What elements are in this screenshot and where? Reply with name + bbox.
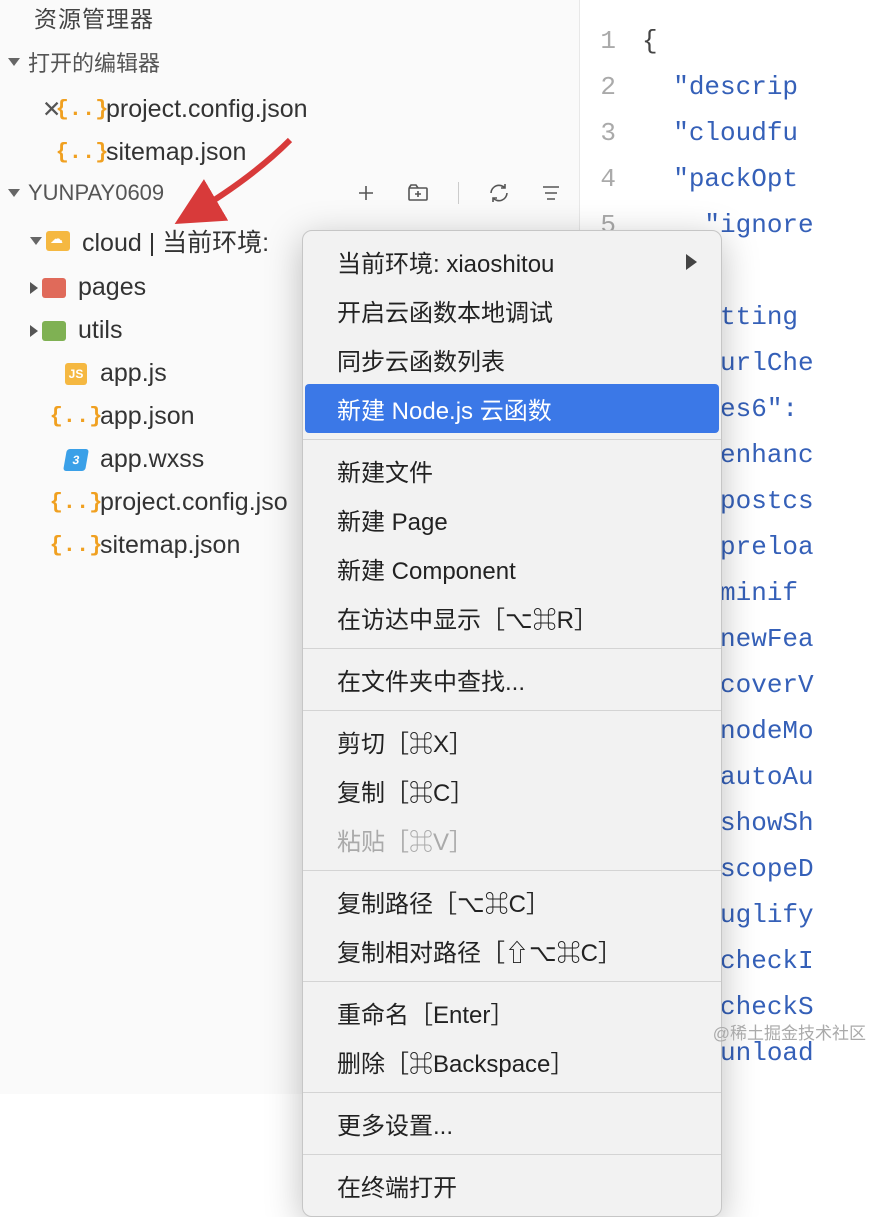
folder-label: utils	[78, 316, 122, 345]
menu-item-label: 新建 Node.js 云函数	[337, 391, 552, 426]
open-editor-item[interactable]: ✕ {..} project.config.json	[0, 88, 579, 131]
menu-item[interactable]: 在访达中显示［⌥⌘R］	[303, 593, 721, 642]
menu-item[interactable]: 新建 Page	[303, 495, 721, 544]
menu-separator	[303, 648, 721, 649]
menu-item-label: 开启云函数本地调试	[337, 293, 553, 328]
code-line: 2 "descrip	[580, 64, 896, 110]
menu-item-label: 当前环境: xiaoshitou	[337, 244, 554, 279]
menu-item-label: 新建 Component	[337, 551, 516, 586]
cloud-folder-icon	[46, 229, 70, 253]
project-toolbar	[354, 181, 563, 205]
menu-item[interactable]: 新建 Component	[303, 544, 721, 593]
menu-item[interactable]: 更多设置...	[303, 1099, 721, 1148]
chevron-down-icon	[8, 58, 20, 66]
project-header[interactable]: YUNPAY0609	[0, 174, 579, 212]
js-icon: JS	[64, 362, 88, 386]
menu-item-label: 新建 Page	[337, 502, 448, 537]
chevron-down-icon	[30, 237, 42, 245]
menu-item-label: 复制相对路径［⇧⌥⌘C］	[337, 933, 622, 968]
wxss-icon: 3	[64, 448, 88, 472]
new-file-icon[interactable]	[354, 181, 378, 205]
menu-item[interactable]: 在终端打开	[303, 1161, 721, 1210]
json-icon: {..}	[70, 98, 94, 122]
folder-icon	[42, 276, 66, 300]
open-editors-header[interactable]: 打开的编辑器	[0, 40, 579, 84]
watermark: @稀土掘金技术社区	[713, 1019, 866, 1044]
submenu-arrow-icon	[686, 254, 697, 270]
menu-item[interactable]: 新建文件	[303, 446, 721, 495]
menu-item-label: 删除［⌘Backspace］	[337, 1044, 574, 1079]
menu-item-label: 更多设置...	[337, 1106, 453, 1141]
menu-item[interactable]: 删除［⌘Backspace］	[303, 1037, 721, 1086]
context-menu: 当前环境: xiaoshitou 开启云函数本地调试同步云函数列表新建 Node.…	[302, 230, 722, 1217]
file-name: app.wxss	[100, 445, 204, 474]
menu-item[interactable]: 当前环境: xiaoshitou	[303, 237, 721, 286]
file-name: project.config.json	[106, 95, 308, 124]
open-editor-item[interactable]: {..} sitemap.json	[0, 131, 579, 174]
menu-separator	[303, 1092, 721, 1093]
menu-item-label: 同步云函数列表	[337, 342, 505, 377]
file-name: app.json	[100, 402, 195, 431]
menu-item[interactable]: 同步云函数列表	[303, 335, 721, 384]
menu-item-label: 在文件夹中查找...	[337, 662, 525, 697]
collapse-icon[interactable]	[539, 181, 563, 205]
json-icon: {..}	[70, 141, 94, 165]
new-folder-icon[interactable]	[406, 181, 430, 205]
folder-label: pages	[78, 273, 146, 302]
file-name: app.js	[100, 359, 167, 388]
menu-item[interactable]: 开启云函数本地调试	[303, 286, 721, 335]
refresh-icon[interactable]	[487, 181, 511, 205]
menu-item-label: 粘贴［⌘V］	[337, 822, 473, 857]
open-editors-label: 打开的编辑器	[28, 46, 160, 78]
chevron-down-icon	[8, 189, 20, 197]
project-name: YUNPAY0609	[28, 180, 164, 206]
menu-item-label: 新建文件	[337, 453, 433, 488]
menu-item[interactable]: 新建 Node.js 云函数	[305, 384, 719, 433]
menu-item-label: 重命名［Enter］	[337, 995, 514, 1030]
menu-separator	[303, 710, 721, 711]
menu-item[interactable]: 复制相对路径［⇧⌥⌘C］	[303, 926, 721, 975]
menu-item-label: 复制路径［⌥⌘C］	[337, 884, 550, 919]
json-icon: {..}	[64, 491, 88, 515]
code-line: 4 "packOpt	[580, 156, 896, 202]
json-icon: {..}	[64, 534, 88, 558]
code-line: 3 "cloudfu	[580, 110, 896, 156]
folder-icon	[42, 319, 66, 343]
json-icon: {..}	[64, 405, 88, 429]
chevron-right-icon	[30, 325, 38, 337]
separator	[458, 182, 459, 204]
explorer-title: 资源管理器	[0, 0, 579, 40]
menu-item[interactable]: 复制［⌘C］	[303, 766, 721, 815]
file-name: sitemap.json	[100, 531, 240, 560]
file-name: project.config.jso	[100, 488, 288, 517]
menu-separator	[303, 439, 721, 440]
menu-item-label: 在终端打开	[337, 1168, 457, 1203]
menu-item: 粘贴［⌘V］	[303, 815, 721, 864]
menu-item-label: 在访达中显示［⌥⌘R］	[337, 600, 598, 635]
menu-item[interactable]: 在文件夹中查找...	[303, 655, 721, 704]
menu-item[interactable]: 重命名［Enter］	[303, 988, 721, 1037]
folder-label: cloud | 当前环境:	[82, 223, 269, 259]
menu-item-label: 剪切［⌘X］	[337, 724, 473, 759]
menu-separator	[303, 870, 721, 871]
menu-separator	[303, 1154, 721, 1155]
menu-item-label: 复制［⌘C］	[337, 773, 474, 808]
menu-item[interactable]: 复制路径［⌥⌘C］	[303, 877, 721, 926]
file-name: sitemap.json	[106, 138, 246, 167]
chevron-right-icon	[30, 282, 38, 294]
code-line: 1{	[580, 18, 896, 64]
menu-separator	[303, 981, 721, 982]
open-editors-list: ✕ {..} project.config.json {..} sitemap.…	[0, 84, 579, 174]
menu-item[interactable]: 剪切［⌘X］	[303, 717, 721, 766]
